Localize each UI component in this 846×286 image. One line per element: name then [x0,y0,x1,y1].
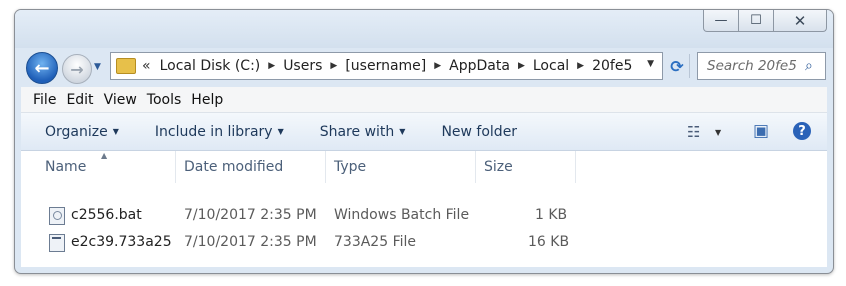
explorer-window: — ☐ ✕ ← → ▼ « Local Disk (C:) ▶ Users ▶ … [14,9,834,274]
new-folder-label: New folder [441,123,518,140]
refresh-icon: ⟳ [670,56,684,76]
chevron-down-icon: ▼ [112,127,119,136]
column-divider[interactable] [175,151,176,183]
breadcrumb-separator-icon[interactable]: ▶ [434,61,441,71]
column-header-name[interactable]: Name [45,151,86,183]
breadcrumb: « Local Disk (C:) ▶ Users ▶ [username] ▶… [142,58,640,74]
column-divider[interactable] [325,151,326,183]
file-date-modified: 7/10/2017 2:35 PM [184,234,317,250]
breadcrumb-local[interactable]: Local [533,58,569,74]
menu-edit[interactable]: Edit [66,92,93,108]
search-box[interactable]: Search 20fe5 ⌕ [697,52,826,80]
back-arrow-icon: ← [34,57,50,79]
breadcrumb-appdata[interactable]: AppData [449,58,510,74]
folder-icon [116,58,136,74]
forward-button[interactable]: → [62,54,92,84]
breadcrumb-separator-icon[interactable]: ▶ [518,61,525,71]
address-bar[interactable]: « Local Disk (C:) ▶ Users ▶ [username] ▶… [110,52,663,80]
file-list: ▲ Name Date modified Type Size c2556.bat… [21,151,827,267]
menu-tools[interactable]: Tools [147,92,182,108]
file-row[interactable]: c2556.bat 7/10/2017 2:35 PM Windows Batc… [21,204,827,228]
column-header-size[interactable]: Size [484,151,513,183]
file-name[interactable]: c2556.bat [71,207,142,223]
close-button[interactable]: ✕ [774,10,827,32]
overflow-chevron[interactable]: « [142,58,151,74]
preview-pane-icon[interactable]: ▣ [753,121,769,141]
search-icon[interactable]: ⌕ [805,58,825,74]
breadcrumb-separator-icon[interactable]: ▶ [330,61,337,71]
breadcrumb-users[interactable]: Users [283,58,322,74]
file-row[interactable]: e2c39.733a25 7/10/2017 2:35 PM 733A25 Fi… [21,231,827,255]
file-name[interactable]: e2c39.733a25 [71,234,172,250]
breadcrumb-local-disk[interactable]: Local Disk (C:) [160,58,261,74]
navigation-bar: ← → ▼ « Local Disk (C:) ▶ Users ▶ [usern… [15,48,833,86]
title-bar: — ☐ ✕ [15,10,833,48]
sort-ascending-icon: ▲ [101,151,108,160]
file-date-modified: 7/10/2017 2:35 PM [184,207,317,223]
breadcrumb-separator-icon[interactable]: ▶ [577,61,584,71]
share-with-label: Share with [319,123,395,140]
command-bar: Organize ▼ Include in library ▼ Share wi… [21,113,827,151]
minimize-button[interactable]: — [703,10,739,32]
refresh-button[interactable]: ⟳ [665,54,690,78]
search-input[interactable]: Search 20fe5 [698,58,805,74]
view-dropdown-icon[interactable]: ▼ [715,128,721,137]
breadcrumb-20fe5[interactable]: 20fe5 [592,58,632,74]
column-divider[interactable] [575,151,576,183]
batch-file-icon [49,207,65,225]
chevron-down-icon: ▼ [399,127,406,136]
organize-button[interactable]: Organize ▼ [45,124,119,140]
breadcrumb-username[interactable]: [username] [345,58,426,74]
help-icon[interactable]: ? [793,122,811,140]
column-header-date-modified[interactable]: Date modified [184,151,283,183]
organize-label: Organize [45,123,108,140]
back-button[interactable]: ← [26,52,58,84]
address-dropdown-icon[interactable]: ▼ [647,59,654,69]
caption-buttons: — ☐ ✕ [703,10,827,32]
file-size: 16 KB [528,234,570,250]
menu-bar: File Edit View Tools Help [21,87,827,113]
change-view-icon[interactable]: ☷ [687,123,700,141]
breadcrumb-separator-icon[interactable]: ▶ [268,61,275,71]
generic-file-icon [49,234,65,252]
menu-file[interactable]: File [33,92,56,108]
new-folder-button[interactable]: New folder [441,124,517,140]
forward-arrow-icon: → [70,59,84,79]
column-divider[interactable] [475,151,476,183]
include-in-library-button[interactable]: Include in library ▼ [155,124,284,140]
recent-pages-dropdown[interactable]: ▼ [94,62,101,72]
menu-help[interactable]: Help [191,92,223,108]
file-type: 733A25 File [334,234,416,250]
column-header-type[interactable]: Type [334,151,366,183]
chevron-down-icon: ▼ [277,127,284,136]
share-with-button[interactable]: Share with ▼ [320,124,406,140]
file-size: 1 KB [535,207,568,223]
menu-view[interactable]: View [104,92,137,108]
file-type: Windows Batch File [334,207,470,223]
include-in-library-label: Include in library [154,123,273,140]
maximize-button[interactable]: ☐ [739,10,774,32]
